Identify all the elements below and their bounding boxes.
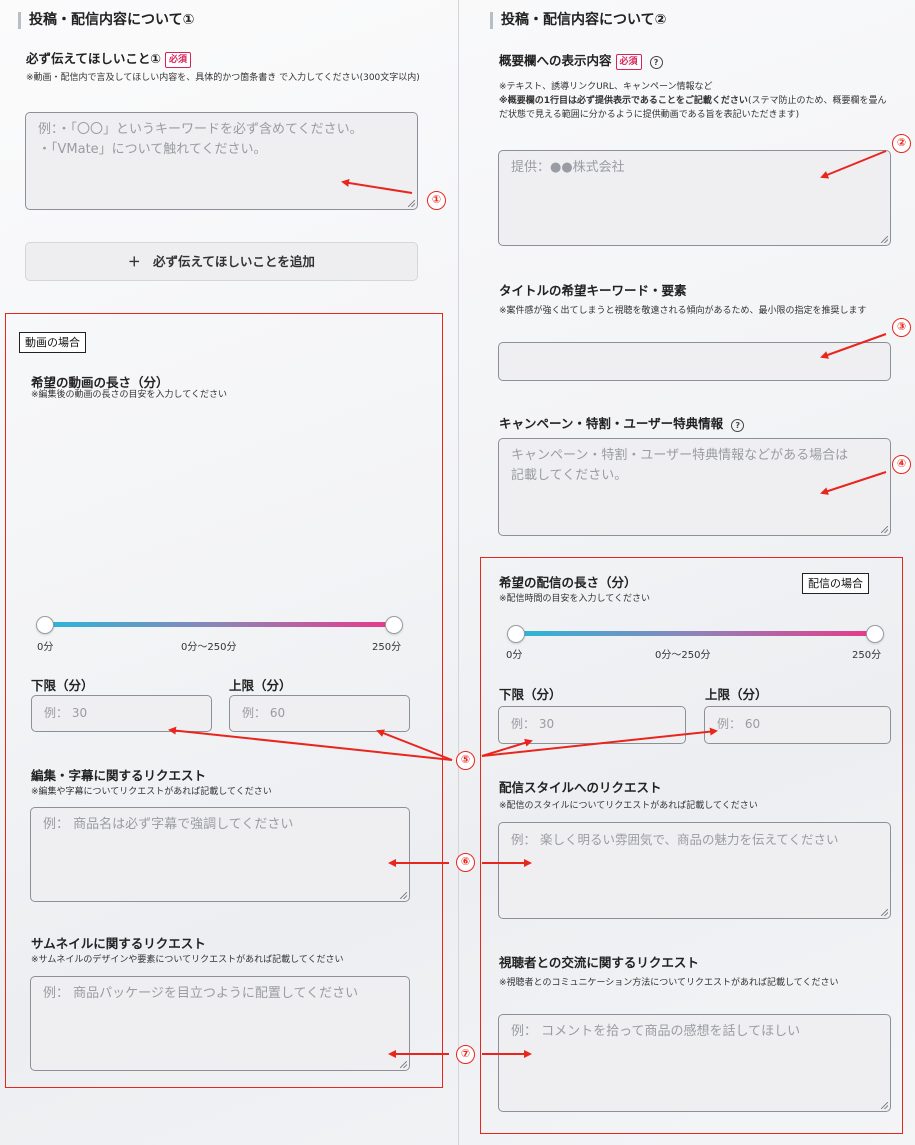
resize-handle[interactable] bbox=[400, 1061, 407, 1068]
thumbnail-request-note: ※サムネイルのデザインや要素についてリクエストがあれば記載してください bbox=[31, 955, 344, 965]
video-case-tag: 動画の場合 bbox=[19, 332, 86, 353]
stream-length-note: ※配信時間の目安を入力してください bbox=[499, 594, 651, 604]
video-slider-max-handle[interactable] bbox=[385, 616, 403, 634]
must-convey-textarea[interactable]: 例：・「〇〇」というキーワードを必ず含めてください。 ・「VMate」について触… bbox=[25, 112, 418, 210]
campaign-placeholder-line-1: キャンペーン・特割・ユーザー特典情報などがある場合は bbox=[511, 448, 849, 463]
annotation-7: ⑦ bbox=[456, 1045, 475, 1064]
must-convey-label-text: 必ず伝えてほしいこと① bbox=[26, 51, 161, 66]
stream-slider-max-label: 250分 bbox=[852, 650, 882, 661]
style-request-note: ※配信のスタイルについてリクエストがあれば記載してください bbox=[499, 801, 758, 811]
video-slider-min-handle[interactable] bbox=[36, 616, 54, 634]
summary-note: ※テキスト、誘導リンクURL、キャンペーン情報など ※概要欄の1行目は必ず提供表… bbox=[499, 80, 891, 122]
stream-length-slider[interactable] bbox=[515, 631, 875, 636]
annotation-5: ⑤ bbox=[456, 751, 475, 770]
help-icon[interactable]: ? bbox=[649, 56, 663, 69]
resize-handle[interactable] bbox=[400, 892, 407, 899]
campaign-label-text: キャンペーン・特割・ユーザー特典情報 bbox=[499, 416, 724, 431]
edit-request-placeholder: 例： 商品名は必ず字幕で強調してください bbox=[43, 817, 294, 832]
video-lower-input[interactable]: 例： 30 bbox=[31, 695, 212, 732]
resize-handle[interactable] bbox=[881, 236, 888, 243]
resize-handle[interactable] bbox=[408, 200, 415, 207]
stream-upper-label: 上限（分） bbox=[705, 687, 768, 702]
stream-length-label: 希望の配信の長さ（分） bbox=[499, 575, 637, 590]
viewer-request-placeholder: 例： コメントを拾って商品の感想を話してほしい bbox=[511, 1024, 801, 1039]
stream-lower-label: 下限（分） bbox=[499, 687, 562, 702]
video-slider-max-label: 250分 bbox=[372, 642, 402, 653]
stream-slider-max-handle[interactable] bbox=[866, 625, 884, 643]
style-request-label: 配信スタイルへのリクエスト bbox=[499, 780, 662, 795]
edit-request-note: ※編集や字幕についてリクエストがあれば記載してください bbox=[31, 787, 272, 797]
add-must-convey-button[interactable]: ＋ 必ず伝えてほしいことを追加 bbox=[25, 242, 418, 281]
title-keyword-input[interactable] bbox=[498, 342, 891, 381]
summary-note-1: ※テキスト、誘導リンクURL、キャンペーン情報など bbox=[499, 82, 713, 92]
resize-handle[interactable] bbox=[881, 909, 888, 916]
annotation-6: ⑥ bbox=[456, 853, 475, 872]
annotation-4: ④ bbox=[892, 455, 911, 474]
summary-label-text: 概要欄への表示内容 bbox=[499, 53, 612, 68]
must-convey-note: ※動画・配信内で言及してほしい内容を、具体的かつ箇条書き で入力してください(3… bbox=[26, 73, 420, 83]
placeholder-line-2: ・「VMate」について触れてください。 bbox=[38, 142, 267, 157]
stream-case-tag: 配信の場合 bbox=[802, 573, 869, 594]
video-slider-min-label: 0分 bbox=[37, 642, 54, 653]
resize-handle[interactable] bbox=[881, 526, 888, 533]
video-length-note: ※編集後の動画の長さの目安を入力してください bbox=[31, 390, 228, 400]
viewer-request-label: 視聴者との交流に関するリクエスト bbox=[499, 955, 699, 970]
summary-textarea[interactable]: 提供：●●株式会社 bbox=[498, 150, 891, 246]
campaign-placeholder-line-2: 記載してください。 bbox=[511, 468, 628, 483]
video-lower-label: 下限（分） bbox=[31, 678, 94, 693]
video-length-slider[interactable] bbox=[44, 622, 394, 627]
stream-lower-input[interactable]: 例： 30 bbox=[498, 706, 686, 744]
stream-slider-range-label: 0分～250分 bbox=[655, 650, 711, 661]
annotation-3: ③ bbox=[892, 318, 911, 337]
stream-upper-input[interactable]: 例： 60 bbox=[704, 706, 891, 744]
thumbnail-request-placeholder: 例： 商品パッケージを目立つように配置してください bbox=[43, 986, 359, 1001]
title-keyword-note: ※案件感が強く出てしまうと視聴を敬遠される傾向があるため、最小限の指定を推奨しま… bbox=[499, 306, 867, 316]
edit-request-label: 編集・字幕に関するリクエスト bbox=[31, 768, 207, 783]
video-slider-range-label: 0分～250分 bbox=[181, 642, 237, 653]
summary-note-2: ※概要欄の1行目は必ず提供表示であることをご記載ください(ステマ防止のため、概要… bbox=[499, 94, 891, 122]
style-request-placeholder: 例： 楽しく明るい雰囲気で、商品の魅力を伝えてください bbox=[511, 832, 839, 847]
viewer-request-note: ※視聴者とのコミュニケーション方法についてリクエストがあれば記載してください bbox=[499, 978, 839, 988]
required-badge: 必須 bbox=[164, 52, 191, 68]
viewer-request-textarea[interactable]: 例： コメントを拾って商品の感想を話してほしい bbox=[498, 1014, 891, 1112]
style-request-textarea[interactable]: 例： 楽しく明るい雰囲気で、商品の魅力を伝えてください bbox=[498, 822, 891, 919]
help-icon[interactable]: ? bbox=[731, 419, 745, 432]
summary-note-2-bold: ※概要欄の1行目は必ず提供表示であることをご記載ください bbox=[499, 96, 748, 106]
summary-label: 概要欄への表示内容 必須? bbox=[499, 50, 663, 70]
campaign-textarea[interactable]: キャンペーン・特割・ユーザー特典情報などがある場合は 記載してください。 bbox=[498, 438, 891, 536]
placeholder-line-1: 例：・「〇〇」というキーワードを必ず含めてください。 bbox=[38, 122, 363, 137]
section-title-right: 投稿・配信内容について② bbox=[490, 12, 666, 29]
thumbnail-request-textarea[interactable]: 例： 商品パッケージを目立つように配置してください bbox=[30, 976, 410, 1071]
annotation-1: ① bbox=[427, 191, 446, 210]
video-upper-label: 上限（分） bbox=[229, 678, 292, 693]
title-keyword-label: タイトルの希望キーワード・要素 bbox=[499, 283, 687, 298]
summary-placeholder: 提供：●●株式会社 bbox=[511, 160, 625, 175]
must-convey-label: 必ず伝えてほしいこと① 必須 bbox=[26, 48, 191, 68]
video-upper-input[interactable]: 例： 60 bbox=[229, 695, 410, 732]
thumbnail-request-label: サムネイルに関するリクエスト bbox=[31, 936, 206, 951]
edit-request-textarea[interactable]: 例： 商品名は必ず字幕で強調してください bbox=[30, 807, 410, 902]
resize-handle[interactable] bbox=[881, 1102, 888, 1109]
campaign-label: キャンペーン・特割・ユーザー特典情報? bbox=[499, 413, 745, 432]
annotation-2: ② bbox=[892, 134, 911, 153]
section-title-left: 投稿・配信内容について① bbox=[18, 12, 194, 29]
column-divider bbox=[458, 0, 459, 1145]
required-badge: 必須 bbox=[615, 54, 642, 70]
stream-slider-min-handle[interactable] bbox=[507, 625, 525, 643]
stream-slider-min-label: 0分 bbox=[506, 650, 523, 661]
